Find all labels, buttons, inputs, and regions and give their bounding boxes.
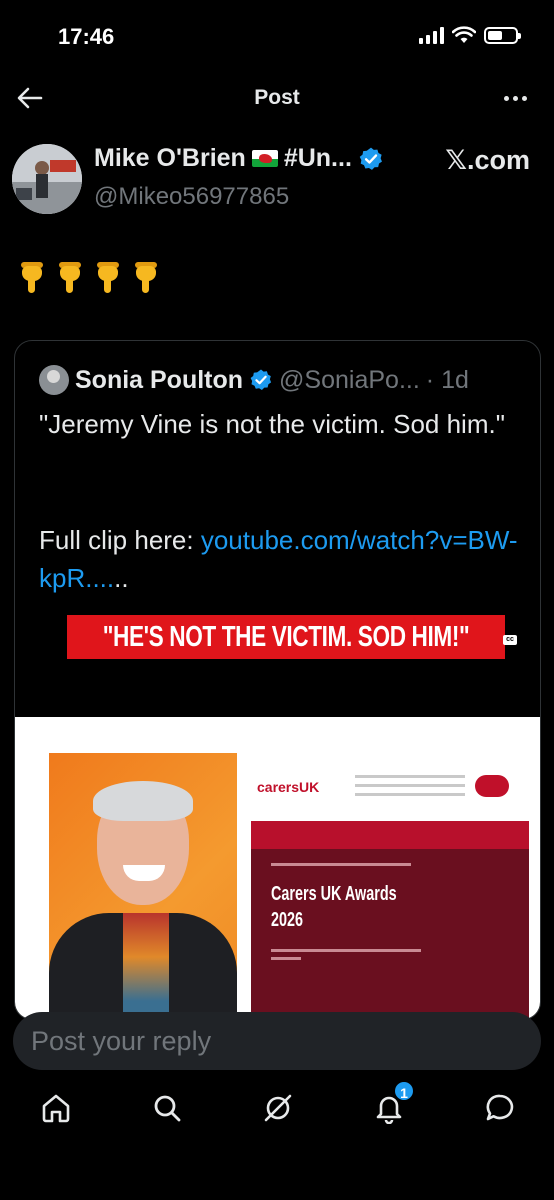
signal-icon [419, 26, 444, 44]
wales-flag-icon [251, 150, 278, 167]
quote-text: "Jeremy Vine is not the victim. Sod him.… [39, 409, 505, 439]
video-media[interactable]: "HE'S NOT THE VICTIM. SOD HIM!" cc carer… [15, 609, 540, 1019]
status-time: 17:46 [58, 24, 115, 49]
top-header: Post [0, 72, 554, 124]
author-name[interactable]: Mike O'Brien [94, 144, 246, 173]
battery-icon [484, 26, 521, 44]
author-handle[interactable]: @Mikeo56977865 [94, 183, 289, 211]
author-avatar[interactable] [12, 144, 82, 214]
source-label: 𝕏.com [445, 145, 530, 175]
tab-search[interactable] [147, 1088, 187, 1128]
page-title: Post [254, 86, 300, 109]
status-icons [419, 26, 521, 44]
status-bar: 17:46 [0, 0, 554, 70]
tab-messages[interactable] [480, 1088, 520, 1128]
quote-timestamp: · 1d [425, 365, 469, 394]
quote-header: Sonia Poulton @SoniaPo... · 1d [39, 365, 469, 395]
point-down-emoji-icon [94, 262, 122, 294]
tab-home[interactable] [36, 1088, 76, 1128]
reply-input[interactable] [13, 1012, 541, 1070]
point-down-emoji-icon [56, 262, 84, 294]
author-name-row[interactable]: Mike O'Brien #Un... [94, 144, 384, 173]
post-text [18, 262, 160, 294]
quoted-post[interactable]: Sonia Poulton @SoniaPo... · 1d "Jeremy V… [14, 340, 541, 1020]
point-down-emoji-icon [18, 262, 46, 294]
more-options-button[interactable] [498, 84, 532, 112]
author-name-suffix[interactable]: #Un... [284, 144, 352, 173]
notification-badge: 1 [393, 1080, 415, 1102]
tab-grok[interactable] [258, 1088, 298, 1128]
point-down-emoji-icon [132, 262, 160, 294]
site-hero: Carers UK Awards 2026 [251, 849, 529, 1019]
grok-icon [264, 1094, 292, 1122]
verified-badge-icon [359, 147, 382, 170]
search-icon [154, 1095, 181, 1122]
link-suffix: .. [114, 563, 129, 593]
quote-author-handle[interactable]: @SoniaPo... [279, 366, 420, 395]
message-bubble-icon [486, 1094, 514, 1121]
link-prefix: Full clip here: [39, 525, 201, 555]
wifi-icon [452, 26, 476, 43]
home-icon [42, 1094, 70, 1123]
avatar-image [12, 144, 82, 214]
more-dot-icon [503, 95, 509, 101]
quote-avatar[interactable] [39, 365, 69, 395]
site-nav [251, 821, 529, 849]
reply-bar [13, 1012, 541, 1070]
person-photo [49, 753, 237, 1019]
video-caption-banner: "HE'S NOT THE VICTIM. SOD HIM!" [67, 615, 505, 659]
website-screenshot: carersUK Carers UK Awards 2026 [237, 753, 529, 1019]
quote-link-line: Full clip here: youtube.com/watch?v=BW-k… [39, 521, 529, 597]
bottom-tab-bar: 1 [0, 1080, 554, 1148]
video-frame: carersUK Carers UK Awards 2026 [15, 717, 540, 1019]
closed-captions-icon[interactable]: cc [503, 635, 517, 645]
tab-notifications[interactable]: 1 [369, 1080, 415, 1128]
site-logo: carersUK [257, 779, 320, 795]
verified-badge-icon [250, 369, 272, 390]
site-hero-title: Carers UK Awards 2026 [271, 883, 397, 931]
quote-author-name[interactable]: Sonia Poulton [75, 366, 243, 395]
